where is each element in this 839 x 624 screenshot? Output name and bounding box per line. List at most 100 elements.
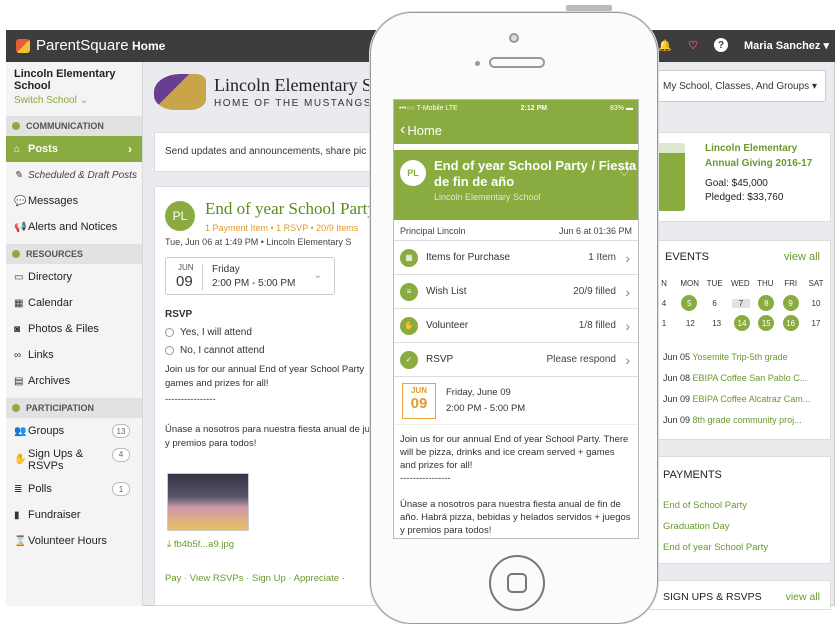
sidebar-item-alerts[interactable]: 📢 Alerts and Notices <box>6 214 142 240</box>
phone-home-button[interactable] <box>489 555 545 611</box>
calendar-day[interactable]: 13 <box>708 319 726 328</box>
avatar: PL <box>400 160 426 186</box>
avatar: PL <box>165 201 195 231</box>
calendar-day[interactable]: 7 <box>731 298 750 308</box>
events-view-all[interactable]: view all <box>784 251 820 263</box>
giving-title-2: Annual Giving 2016-17 <box>705 158 813 169</box>
bell-icon[interactable]: 🔔 <box>658 39 672 52</box>
signups-heading: SIGN UPS & RSVPS <box>663 591 762 603</box>
sidebar-item-posts[interactable]: ⌂ Posts › <box>6 136 142 162</box>
calendar-day[interactable]: 8 <box>758 295 775 311</box>
giving-widget[interactable]: Lincoln Elementary Annual Giving 2016-17 … <box>644 132 831 222</box>
app-logo[interactable]: ParentSquare <box>16 37 129 54</box>
event-list: Jun 05 Yosemite Trip-5th grade Jun 08 EB… <box>663 347 810 431</box>
sidebar-item-messages[interactable]: 💬 Messages <box>6 188 142 214</box>
sidebar-item-signups[interactable]: ✋ Sign Ups & RSVPs 4 <box>6 444 142 476</box>
heart-icon[interactable]: ♡ <box>618 164 630 180</box>
compose-input[interactable]: Send updates and announcements, share pi… <box>154 132 394 172</box>
calendar-day[interactable]: 14 <box>733 315 750 331</box>
giving-goal: Goal: $45,000 <box>705 178 768 189</box>
signups-view-all[interactable]: view all <box>786 591 820 603</box>
group-select[interactable]: My School, Classes, And Groups ▾ <box>656 70 826 102</box>
calendar-day[interactable]: 10 <box>807 299 825 308</box>
camera-icon: ◙ <box>14 323 21 335</box>
rsvp-no-radio[interactable]: No, I cannot attend <box>165 345 265 356</box>
back-button[interactable]: ‹ Home <box>394 116 638 144</box>
calendar-day[interactable]: 5 <box>681 295 698 311</box>
post-divider: ---------------- <box>165 394 216 405</box>
sidebar-item-links[interactable]: ∞ Links <box>6 342 142 368</box>
folder-icon: ▭ <box>14 271 24 283</box>
sidebar-item-polls[interactable]: ≣ Polls 1 <box>6 476 142 502</box>
calendar-day[interactable]: 6 <box>706 299 724 308</box>
chevron-right-icon: › <box>128 142 132 156</box>
battery-percent: 83% <box>610 104 625 112</box>
right-column: My School, Classes, And Groups ▾ Lincoln… <box>644 62 835 610</box>
day-label: FRI <box>784 278 798 288</box>
clock: 2:12 PM <box>520 104 548 112</box>
list-item[interactable]: End of School Party <box>663 495 768 516</box>
list-item[interactable]: End of year School Party <box>663 537 768 558</box>
calendar-day[interactable]: 17 <box>807 319 825 328</box>
sidebar-item-photos[interactable]: ◙ Photos & Files <box>6 316 142 342</box>
list-item[interactable]: Jun 05 Yosemite Trip-5th grade <box>663 347 810 368</box>
row-value: 20/9 filled <box>573 286 616 297</box>
sidebar-item-label: Volunteer Hours <box>28 535 107 547</box>
day-label: WED <box>730 278 750 288</box>
post-text-en: Join us for our annual End of year Schoo… <box>165 364 365 389</box>
sidebar-item-volunteer[interactable]: ⌛ Volunteer Hours <box>6 528 142 554</box>
speaker-icon <box>489 57 545 68</box>
row-items-for-purchase[interactable]: ▦ Items for Purchase 1 Item › <box>394 241 638 275</box>
calendar-day[interactable]: 9 <box>782 295 799 311</box>
calendar-icon: ▦ <box>14 297 24 309</box>
calendar-day[interactable]: 16 <box>782 315 799 331</box>
event-weekday: Friday <box>212 264 240 275</box>
post-title[interactable]: End of year School Party <box>205 199 376 219</box>
chevron-down-icon[interactable]: ⌄ <box>314 270 322 281</box>
phone-event[interactable]: JUN 09 Friday, June 09 2:00 PM - 5:00 PM <box>394 377 638 425</box>
calendar-day[interactable]: 15 <box>758 315 775 331</box>
rsvp-yes-radio[interactable]: Yes, I will attend <box>165 327 252 338</box>
user-menu[interactable]: Maria Sanchez ▾ <box>744 39 829 52</box>
events-heading: EVENTS <box>665 251 710 263</box>
sidebar-item-archives[interactable]: ▤ Archives <box>6 368 142 394</box>
list-item[interactable]: Jun 09 8th grade community proj... <box>663 410 810 431</box>
payments-widget: PAYMENTS End of School Party Graduation … <box>644 456 831 564</box>
list-item[interactable]: Graduation Day <box>663 516 768 537</box>
calendar-day[interactable]: 12 <box>681 319 699 328</box>
row-volunteer[interactable]: ✋ Volunteer 1/8 filled › <box>394 309 638 343</box>
chevron-left-icon: ‹ <box>400 121 406 138</box>
phone-device: •••○○ T-Mobile LTE 2:12 PM 83% ▬ ‹ Home P… <box>370 12 658 624</box>
calendar-days-row: N MON TUE WED THU FRI SAT <box>655 273 825 293</box>
switch-school-link[interactable]: Switch School ⌄ <box>14 95 134 106</box>
home-icon: ⌂ <box>14 143 21 155</box>
sidebar-item-directory[interactable]: ▭ Directory <box>6 264 142 290</box>
signups-widget: SIGN UPS & RSVPS view all <box>644 580 831 610</box>
list-item[interactable]: Jun 08 EBIPA Coffee San Pablo C... <box>663 368 810 389</box>
sidebar-item-label: Polls <box>28 483 52 495</box>
sidebar-item-label: Groups <box>28 425 65 437</box>
sidebar-item-label: Photos & Files <box>28 323 99 335</box>
sidebar-item-scheduled[interactable]: ✎ Scheduled & Draft Posts <box>6 162 142 188</box>
day-label: THU <box>757 278 774 288</box>
sidebar-item-fundraiser[interactable]: ▮ Fundraiser <box>6 502 142 528</box>
list-item[interactable]: Jun 09 EBIPA Coffee Alcatraz Cam... <box>663 389 810 410</box>
heart-icon[interactable]: ♡ <box>688 39 698 52</box>
group-icon: 👥 <box>14 425 27 437</box>
photo-thumbnail[interactable] <box>167 473 249 531</box>
row-label: Volunteer <box>426 320 469 331</box>
back-label: Home <box>407 122 443 138</box>
section-label: COMMUNICATION <box>26 121 104 131</box>
help-icon[interactable]: ? <box>714 38 728 52</box>
post-actions[interactable]: Pay · View RSVPs · Sign Up · Appreciate … <box>165 573 345 584</box>
camera-icon <box>509 33 519 43</box>
events-widget: EVENTS view all N MON TUE WED THU FRI SA… <box>644 240 831 440</box>
megaphone-icon: 📢 <box>14 221 27 233</box>
row-wish-list[interactable]: ≡ Wish List 20/9 filled › <box>394 275 638 309</box>
row-rsvp[interactable]: ✓ RSVP Please respond › <box>394 343 638 377</box>
sidebar-item-groups[interactable]: 👥 Groups 13 <box>6 418 142 444</box>
event-box[interactable]: JUN 09 Friday 2:00 PM - 5:00 PM ⌄ <box>165 257 335 295</box>
file-link[interactable]: ⤓ fb4b5f...a9.jpg <box>167 539 234 550</box>
home-link[interactable]: Home <box>132 39 165 53</box>
sidebar-item-calendar[interactable]: ▦ Calendar <box>6 290 142 316</box>
